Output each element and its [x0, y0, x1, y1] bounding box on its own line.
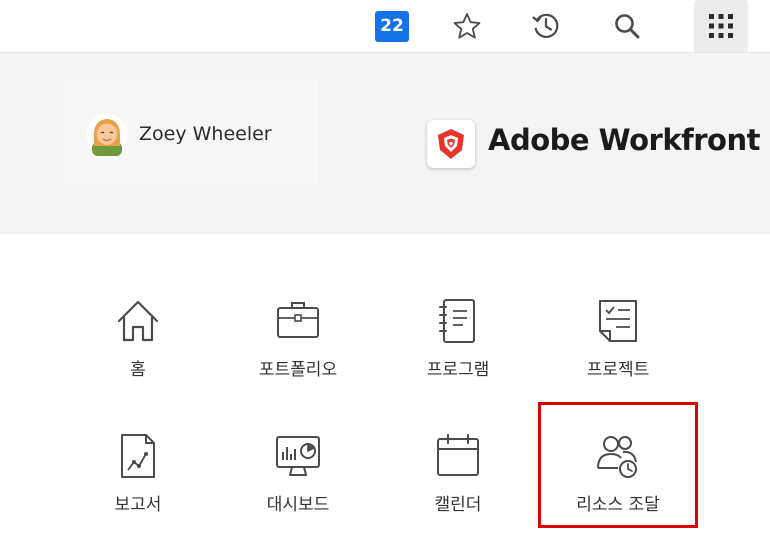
menu-item-label: 포트폴리오	[258, 360, 338, 380]
favorites-button[interactable]	[440, 0, 494, 52]
menu-item-label: 프로그램	[426, 360, 490, 380]
menu-item-dashboards[interactable]: 대시보드	[223, 432, 373, 536]
adobe-workfront-logo	[427, 120, 475, 168]
dashboard-icon	[276, 436, 320, 476]
calendar-icon	[437, 434, 479, 476]
home-icon	[117, 300, 159, 342]
project-icon	[599, 300, 637, 342]
workfront-lion-icon	[438, 129, 464, 159]
menu-item-home[interactable]: 홈	[63, 297, 213, 407]
notifications-button[interactable]: 22	[365, 0, 419, 52]
user-name: Zoey Wheeler	[139, 123, 272, 145]
resourcing-highlight-box	[538, 402, 698, 528]
search-button[interactable]	[600, 0, 654, 52]
star-icon	[453, 13, 481, 39]
menu-item-label: 대시보드	[266, 495, 330, 515]
apps-grid-icon	[709, 14, 733, 38]
menu-item-calendars[interactable]: 캘린더	[383, 432, 533, 536]
history-icon	[532, 13, 559, 38]
menu-item-label: 홈	[130, 360, 146, 380]
recents-button[interactable]	[519, 0, 573, 52]
main-menu-button[interactable]	[694, 0, 748, 52]
user-profile-card[interactable]: Zoey Wheeler	[64, 80, 318, 184]
menu-item-projects[interactable]: 프로젝트	[543, 297, 693, 407]
app-launcher-page: 22 Zoey Wheeler Adobe Workfront 홈 포트폴리오 …	[0, 0, 770, 536]
brand-name: Adobe Workfront	[488, 123, 760, 157]
program-icon	[439, 299, 475, 343]
menu-item-reports[interactable]: 보고서	[63, 432, 213, 536]
menu-item-label: 캘린더	[434, 495, 482, 515]
portfolio-icon	[277, 302, 319, 338]
top-toolbar: 22	[0, 0, 770, 53]
report-icon	[121, 434, 155, 478]
menu-header: Zoey Wheeler Adobe Workfront	[0, 53, 770, 234]
menu-item-label: 보고서	[114, 495, 162, 515]
menu-item-label: 프로젝트	[586, 360, 650, 380]
search-icon	[615, 14, 640, 39]
menu-item-portfolios[interactable]: 포트폴리오	[223, 297, 373, 407]
avatar	[86, 114, 128, 156]
menu-item-programs[interactable]: 프로그램	[383, 297, 533, 407]
notifications-count-badge: 22	[375, 10, 409, 42]
